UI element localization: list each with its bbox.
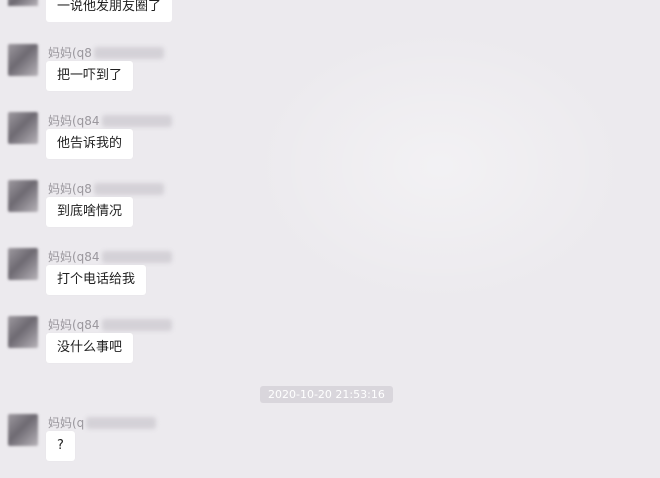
message-bubble[interactable]: 没什么事吧 xyxy=(46,333,134,363)
redacted-id xyxy=(101,114,172,127)
avatar[interactable] xyxy=(8,0,38,6)
sender-label: 妈妈(q84 xyxy=(48,318,100,332)
sender-label: 妈妈(q8 xyxy=(48,182,92,196)
chat-message: 妈妈(q84 他告诉我的 xyxy=(0,112,660,172)
avatar[interactable] xyxy=(8,414,38,446)
chat-message: 妈妈(q8 到底啥情况 xyxy=(0,180,660,240)
sender-name: 妈妈(q84 xyxy=(48,112,172,129)
message-bubble[interactable]: 到底啥情况 xyxy=(46,197,134,227)
sender-name: 妈妈(q84 xyxy=(48,248,172,265)
message-bubble[interactable]: 打个电话给我 xyxy=(46,265,147,295)
avatar[interactable] xyxy=(8,248,38,280)
avatar[interactable] xyxy=(8,316,38,348)
message-timestamp: 2020-10-20 21:53:16 xyxy=(260,386,393,403)
avatar[interactable] xyxy=(8,44,38,76)
chat-message: 妈妈(q84 没什么事吧 xyxy=(0,316,660,376)
sender-label: 妈妈(q84 xyxy=(48,250,100,264)
sender-name: 妈妈(q8 xyxy=(48,44,164,61)
sender-name: 妈妈(q8 xyxy=(48,180,164,197)
sender-name: 妈妈(q xyxy=(48,414,157,431)
chat-message: 妈妈(q8 把一吓到了 xyxy=(0,44,660,104)
sender-label: 妈妈(q84 xyxy=(48,114,100,128)
message-bubble[interactable]: 一说他发朋友圈了 xyxy=(46,0,173,22)
chat-history: 一说他发朋友圈了 妈妈(q8 把一吓到了 妈妈(q84 他告诉我的 妈妈(q8 … xyxy=(0,0,660,478)
chat-message: 妈妈(q ? xyxy=(0,414,660,474)
avatar[interactable] xyxy=(8,180,38,212)
sender-label: 妈妈(q8 xyxy=(48,46,92,60)
sender-name: 妈妈(q84 xyxy=(48,316,172,333)
redacted-id xyxy=(101,250,172,263)
redacted-id xyxy=(101,318,172,331)
message-bubble[interactable]: ? xyxy=(46,431,75,461)
message-bubble[interactable]: 把一吓到了 xyxy=(46,61,134,91)
redacted-id xyxy=(93,46,164,59)
message-bubble[interactable]: 他告诉我的 xyxy=(46,129,134,159)
redacted-id xyxy=(93,182,164,195)
redacted-id xyxy=(86,416,157,429)
chat-message: 妈妈(q84 打个电话给我 xyxy=(0,248,660,308)
avatar[interactable] xyxy=(8,112,38,144)
sender-label: 妈妈(q xyxy=(48,416,85,430)
